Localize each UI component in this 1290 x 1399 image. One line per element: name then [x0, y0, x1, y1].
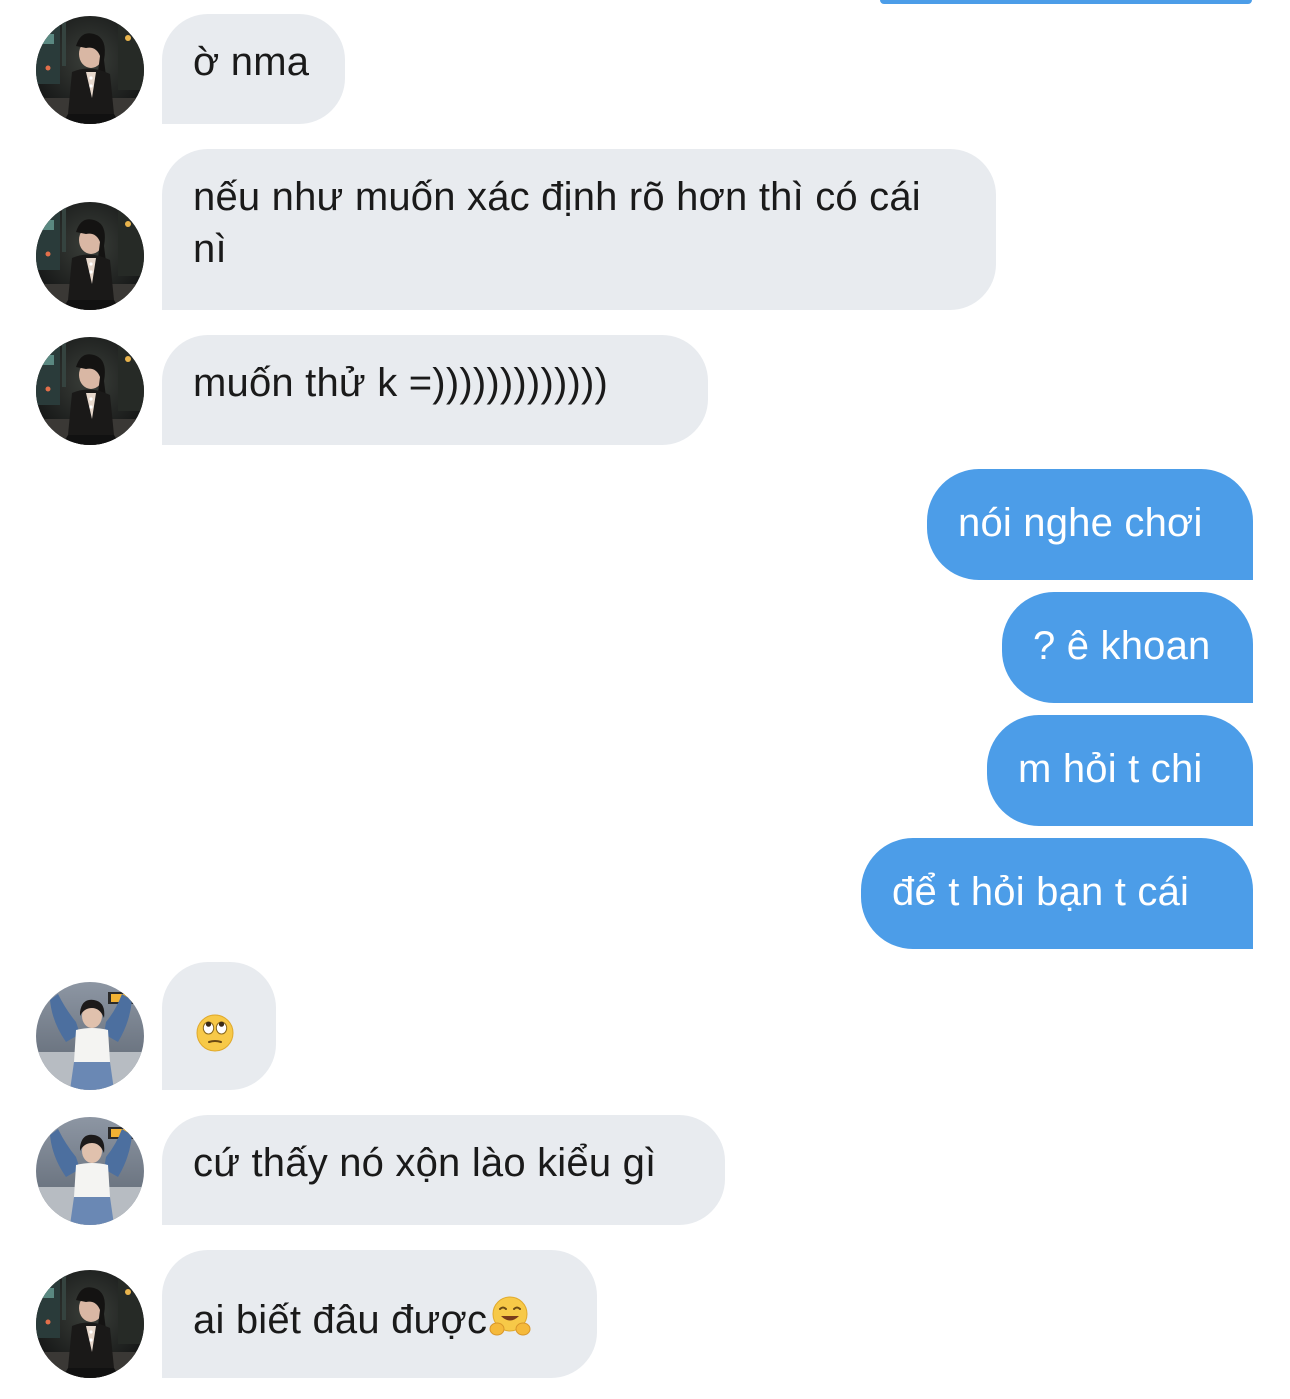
message-text: ai biết đâu được	[193, 1298, 488, 1342]
previous-outgoing-bubble-edge	[880, 0, 1252, 4]
message-text: muốn thử k =)))))))))))))	[193, 361, 609, 405]
message-text: ? ê khoan	[1033, 624, 1211, 668]
contact-avatar[interactable]	[36, 16, 144, 124]
contact-avatar[interactable]	[36, 202, 144, 310]
message-text: m hỏi t chi	[1018, 747, 1203, 791]
contact-avatar[interactable]	[36, 1117, 144, 1225]
message-text: nếu như muốn xác định rõ hơn thì có cái …	[193, 175, 921, 271]
contact-avatar[interactable]	[36, 982, 144, 1090]
incoming-message-bubble[interactable]	[162, 962, 276, 1090]
contact-avatar[interactable]	[36, 337, 144, 445]
message-text: cứ thấy nó xộn lào kiểu gì	[193, 1141, 657, 1185]
contact-avatar[interactable]	[36, 1270, 144, 1378]
hugging-face-emoji	[488, 1295, 532, 1352]
message-text: ờ nma	[193, 40, 310, 84]
face-with-rolling-eyes-emoji	[195, 1013, 235, 1066]
message-text: để t hỏi bạn t cái	[892, 870, 1190, 914]
incoming-message-bubble[interactable]: nếu như muốn xác định rõ hơn thì có cái …	[162, 149, 996, 310]
outgoing-message-bubble[interactable]: ? ê khoan	[1002, 592, 1253, 703]
outgoing-message-bubble[interactable]: m hỏi t chi	[987, 715, 1253, 826]
outgoing-message-bubble[interactable]: nói nghe chơi	[927, 469, 1253, 580]
incoming-message-bubble[interactable]: cứ thấy nó xộn lào kiểu gì	[162, 1115, 725, 1225]
incoming-message-bubble[interactable]: ờ nma	[162, 14, 345, 124]
message-text: nói nghe chơi	[958, 501, 1203, 545]
incoming-message-bubble[interactable]: muốn thử k =)))))))))))))	[162, 335, 708, 445]
outgoing-message-bubble[interactable]: để t hỏi bạn t cái	[861, 838, 1253, 949]
incoming-message-bubble[interactable]: ai biết đâu được	[162, 1250, 597, 1378]
